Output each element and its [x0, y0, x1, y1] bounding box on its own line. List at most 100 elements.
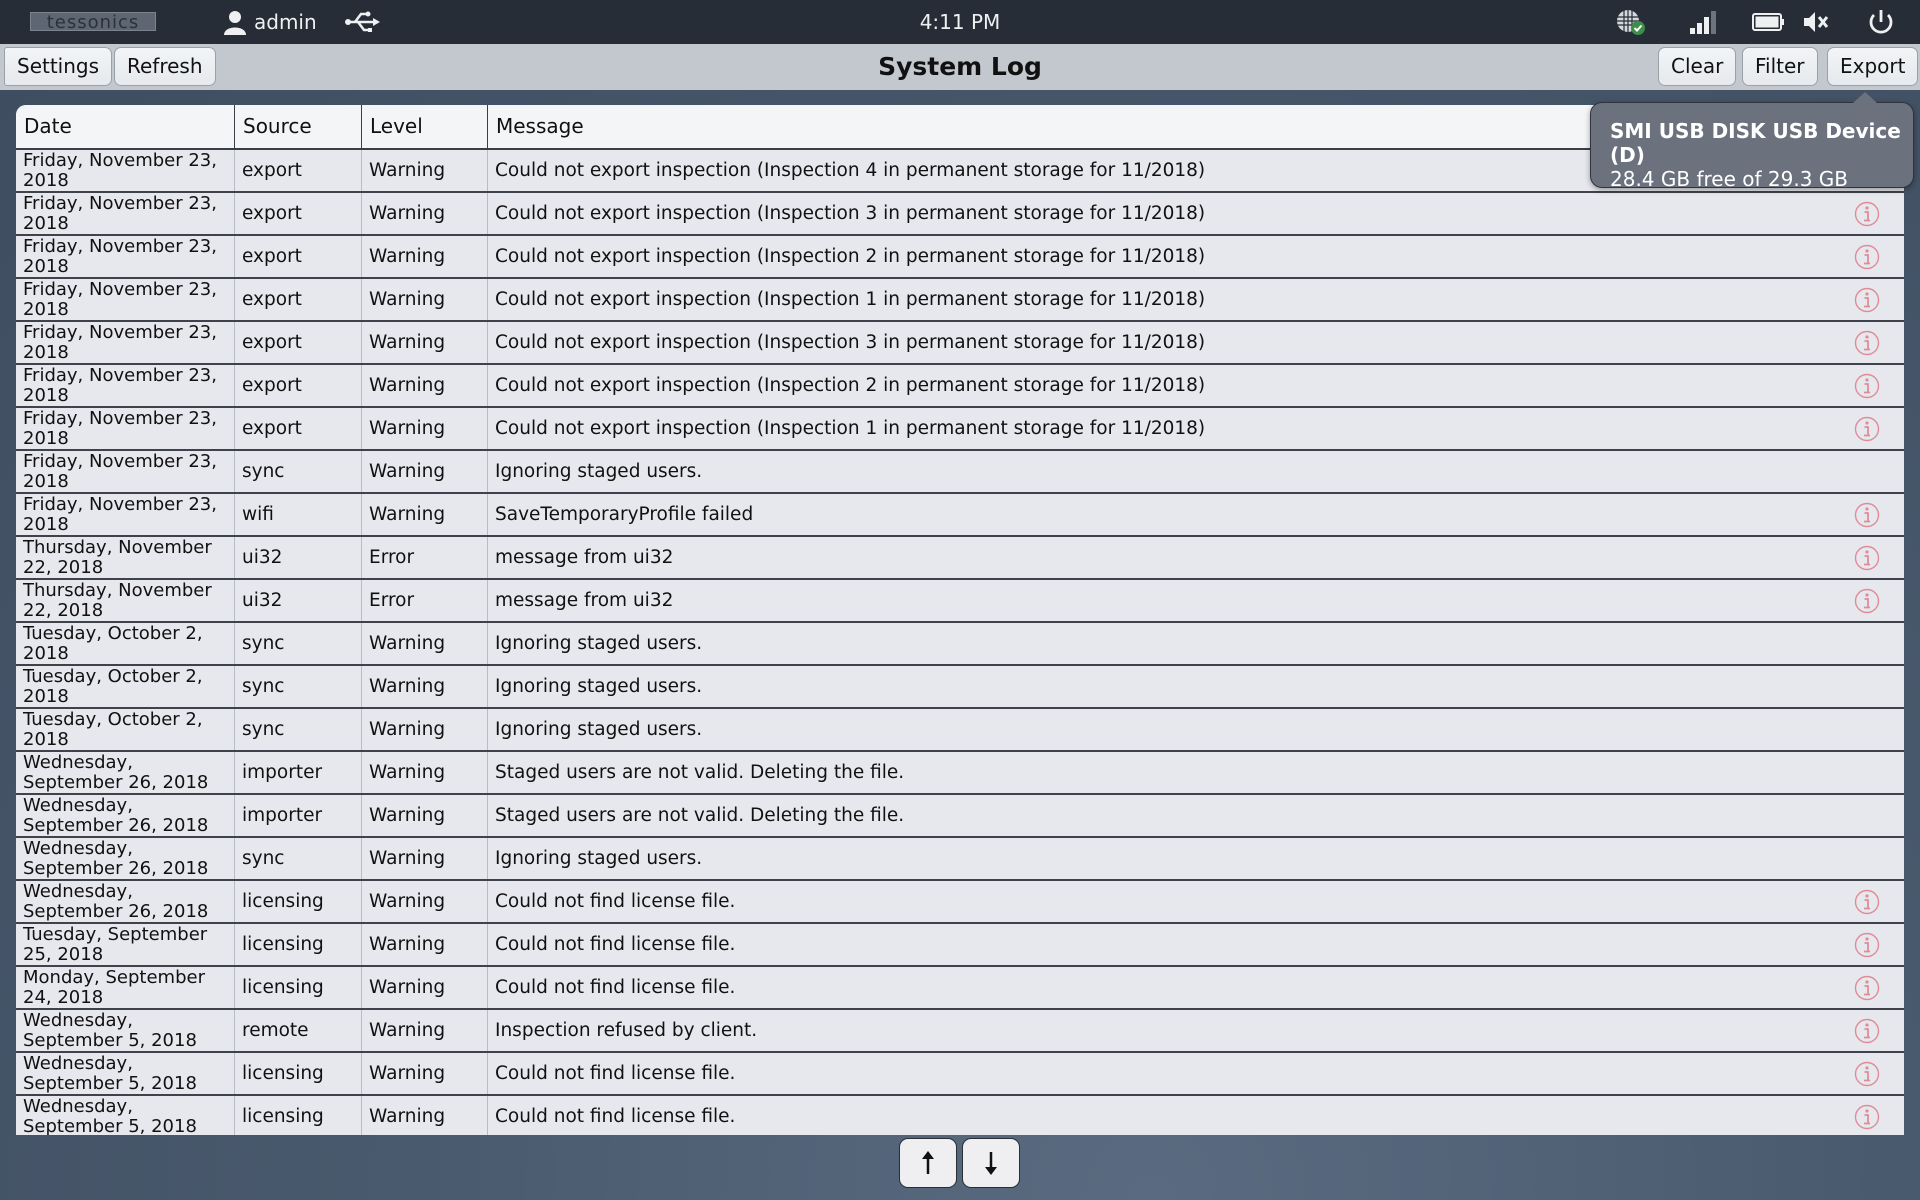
info-icon[interactable]: [1854, 975, 1880, 1001]
cell-date: Wednesday, September 26, 2018: [16, 881, 235, 922]
cell-date: Friday, November 23, 2018: [16, 494, 235, 535]
info-icon[interactable]: [1854, 502, 1880, 528]
cell-date: Wednesday, September 26, 2018: [16, 838, 235, 879]
column-header-date[interactable]: Date: [16, 105, 235, 148]
filter-button[interactable]: Filter: [1742, 47, 1818, 86]
info-icon[interactable]: [1854, 1104, 1880, 1130]
message-text: Could not export inspection (Inspection …: [495, 375, 1206, 396]
export-button[interactable]: Export: [1827, 47, 1919, 86]
info-icon[interactable]: [1854, 244, 1880, 270]
table-row[interactable]: Friday, November 23, 2018 export Warning Co…: [16, 236, 1904, 279]
message-text: SaveTemporaryProfile failed: [495, 504, 754, 525]
refresh-button[interactable]: Refresh: [114, 47, 216, 86]
cell-message: Could not find license file.: [488, 1053, 1904, 1094]
cell-message: Could not find license file.: [488, 967, 1904, 1008]
cell-source: licensing: [235, 924, 362, 965]
cell-message: Ignoring staged users.: [488, 623, 1904, 664]
table-row[interactable]: Tuesday, September 25, 2018 licensing Warn…: [16, 924, 1904, 967]
table-row[interactable]: Friday, November 23, 2018 export Warning Co…: [16, 365, 1904, 408]
cell-level: Warning: [362, 752, 488, 793]
message-text: Could not export inspection (Inspection …: [495, 289, 1206, 310]
table-row[interactable]: Wednesday, September 5, 2018 remote Warnin…: [16, 1010, 1904, 1053]
tessonics-logo: tessonics: [30, 12, 156, 32]
usb-storage-tooltip: SMI USB DISK USB Device (D) 28.4 GB free…: [1590, 92, 1914, 191]
cell-level: Warning: [362, 838, 488, 879]
table-row[interactable]: Wednesday, September 26, 2018 importer War…: [16, 752, 1904, 795]
message-text: Could not export inspection (Inspection …: [495, 246, 1206, 267]
table-row[interactable]: Friday, November 23, 2018 wifi Warning Save…: [16, 494, 1904, 537]
cell-level: Warning: [362, 322, 488, 363]
table-row[interactable]: Friday, November 23, 2018 sync Warning Igno…: [16, 451, 1904, 494]
power-icon[interactable]: [1864, 8, 1898, 36]
info-icon[interactable]: [1854, 889, 1880, 915]
user-icon: [224, 11, 246, 35]
table-row[interactable]: Tuesday, October 2, 2018 sync Warning Ignor…: [16, 666, 1904, 709]
cell-source: licensing: [235, 967, 362, 1008]
arrow-down-icon: [985, 1152, 997, 1175]
column-header-source[interactable]: Source: [235, 105, 362, 148]
settings-button[interactable]: Settings: [4, 47, 113, 86]
table-row[interactable]: Friday, November 23, 2018 export Warning Co…: [16, 322, 1904, 365]
page-title: System Log: [878, 52, 1042, 81]
cell-message: Could not find license file.: [488, 1096, 1904, 1135]
table-row[interactable]: Friday, November 23, 2018 export Warning Co…: [16, 193, 1904, 236]
table-row[interactable]: Wednesday, September 5, 2018 licensing War…: [16, 1053, 1904, 1096]
cell-message: Inspection refused by client.: [488, 1010, 1904, 1051]
arrow-up-icon: [922, 1151, 934, 1174]
usb-icon[interactable]: [344, 10, 380, 34]
cell-level: Warning: [362, 408, 488, 449]
cell-date: Wednesday, September 26, 2018: [16, 795, 235, 836]
info-icon[interactable]: [1854, 545, 1880, 571]
table-row[interactable]: Wednesday, September 5, 2018 licensing War…: [16, 1096, 1904, 1135]
message-text: message from ui32: [495, 547, 674, 568]
cell-date: Wednesday, September 5, 2018: [16, 1053, 235, 1094]
scroll-down-button[interactable]: [962, 1138, 1020, 1188]
user-indicator[interactable]: admin: [222, 8, 317, 36]
cell-message: Could not find license file.: [488, 881, 1904, 922]
cell-source: export: [235, 408, 362, 449]
info-icon[interactable]: [1854, 287, 1880, 313]
info-icon[interactable]: [1854, 1061, 1880, 1087]
table-row[interactable]: Thursday, November 22, 2018 ui32 Error mess…: [16, 537, 1904, 580]
cell-message: Could not export inspection (Inspection …: [488, 365, 1904, 406]
table-row[interactable]: Thursday, November 22, 2018 ui32 Error mess…: [16, 580, 1904, 623]
info-icon[interactable]: [1854, 201, 1880, 227]
table-row[interactable]: Friday, November 23, 2018 export Warning Co…: [16, 408, 1904, 451]
cell-level: Warning: [362, 924, 488, 965]
info-icon[interactable]: [1854, 373, 1880, 399]
log-table[interactable]: Date Source Level Message Friday, Novemb…: [16, 105, 1904, 1135]
info-icon[interactable]: [1854, 416, 1880, 442]
cell-message: message from ui32: [488, 580, 1904, 621]
signal-icon: [1690, 11, 1716, 34]
message-text: Could not find license file.: [495, 1106, 736, 1127]
message-text: Could not export inspection (Inspection …: [495, 160, 1206, 181]
cell-source: export: [235, 279, 362, 320]
cell-level: Warning: [362, 881, 488, 922]
info-icon[interactable]: [1854, 932, 1880, 958]
table-row[interactable]: Tuesday, October 2, 2018 sync Warning Ignor…: [16, 623, 1904, 666]
clear-button[interactable]: Clear: [1658, 47, 1737, 86]
scroll-up-button[interactable]: [899, 1138, 957, 1188]
network-connected-icon[interactable]: [1614, 8, 1648, 36]
tooltip-free-space: 28.4 GB free of 29.3 GB: [1610, 167, 1848, 191]
table-row[interactable]: Wednesday, September 26, 2018 licensing Wa…: [16, 881, 1904, 924]
table-row[interactable]: Monday, September 24, 2018 licensing Warni…: [16, 967, 1904, 1010]
message-text: Ignoring staged users.: [495, 719, 703, 740]
info-icon[interactable]: [1854, 1018, 1880, 1044]
column-header-level[interactable]: Level: [362, 105, 488, 148]
message-text: Could not export inspection (Inspection …: [495, 418, 1206, 439]
table-row[interactable]: Wednesday, September 26, 2018 importer War…: [16, 795, 1904, 838]
cell-level: Warning: [362, 150, 488, 191]
cell-source: sync: [235, 838, 362, 879]
table-row[interactable]: Friday, November 23, 2018 export Warning Co…: [16, 279, 1904, 322]
mute-icon[interactable]: [1802, 8, 1836, 36]
cell-source: export: [235, 236, 362, 277]
info-icon[interactable]: [1854, 588, 1880, 614]
table-row[interactable]: Wednesday, September 26, 2018 sync Warning…: [16, 838, 1904, 881]
info-icon[interactable]: [1854, 330, 1880, 356]
table-row[interactable]: Tuesday, October 2, 2018 sync Warning Ignor…: [16, 709, 1904, 752]
message-text: Inspection refused by client.: [495, 1020, 758, 1041]
message-text: Ignoring staged users.: [495, 633, 703, 654]
cell-source: remote: [235, 1010, 362, 1051]
cell-date: Wednesday, September 5, 2018: [16, 1010, 235, 1051]
